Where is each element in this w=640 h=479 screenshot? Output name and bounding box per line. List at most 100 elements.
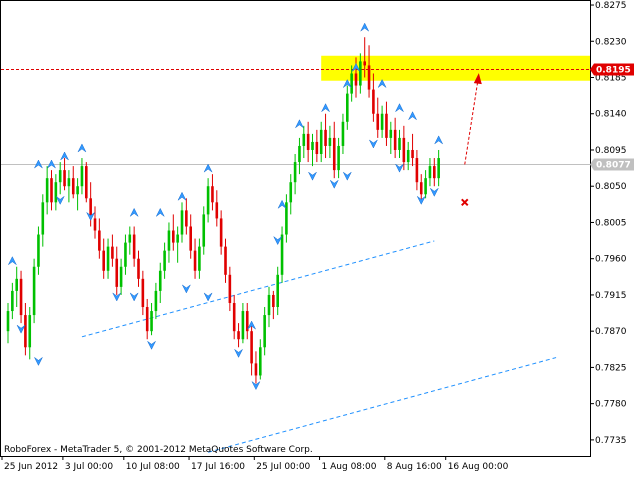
candle-body — [350, 73, 353, 94]
candle-body — [424, 178, 427, 195]
candle-body — [163, 250, 166, 271]
candle-body — [111, 246, 114, 259]
candle-body — [45, 178, 49, 203]
candle-body — [37, 234, 40, 267]
y-tick-label: 0.7960 — [595, 255, 627, 265]
candle-body — [228, 274, 232, 303]
candle-body — [337, 145, 340, 171]
candle-body — [250, 331, 253, 364]
x-tick-label: 8 Aug 16:00 — [387, 462, 442, 472]
candle-body — [293, 162, 297, 183]
candle-body — [363, 61, 366, 66]
candle-body — [98, 230, 101, 251]
candle-body — [124, 242, 127, 267]
chart-footer: RoboForex - MetaTrader 5, © 2001-2012 Me… — [4, 445, 313, 455]
candle-body — [128, 234, 132, 243]
candle-body — [115, 258, 119, 287]
candle-body — [402, 137, 406, 163]
candle-body — [193, 250, 197, 271]
candle-body — [324, 129, 327, 146]
candle-body — [359, 61, 362, 86]
candle-body — [80, 166, 84, 187]
candle-body — [32, 266, 36, 316]
candle-body — [415, 158, 419, 183]
candle-body — [119, 266, 123, 287]
candle-body — [237, 331, 240, 340]
candle-body — [63, 170, 66, 187]
y-tick-label: 0.8050 — [595, 182, 627, 192]
candle-body — [254, 363, 258, 376]
candle-body — [185, 210, 188, 227]
candle-body — [267, 294, 271, 316]
candle-body — [306, 133, 310, 150]
resistance-price-tag: 0.8195 — [596, 65, 631, 75]
y-tick-label: 0.7825 — [595, 363, 627, 373]
candle-body — [389, 129, 393, 138]
candle-body — [341, 121, 345, 146]
candle-body — [232, 302, 236, 332]
candle-body — [67, 178, 71, 187]
candle-body — [24, 315, 27, 348]
candle-body — [437, 158, 440, 179]
candle-body — [189, 226, 192, 251]
candle-body — [272, 294, 275, 308]
y-tick-label: 0.8095 — [595, 146, 627, 156]
candle-body — [132, 234, 136, 259]
candle-body — [6, 311, 10, 332]
candle-body — [202, 214, 206, 247]
candle-body — [106, 246, 110, 271]
candle-body — [259, 347, 262, 376]
candle-body — [289, 182, 293, 203]
current-price-tag: 0.8077 — [596, 160, 631, 170]
y-tick-label: 0.8140 — [595, 110, 627, 120]
chart-container: 0.8275 0.8230 0.8185 0.8140 0.8095 0.8050 0.80… — [0, 0, 640, 479]
candle-body — [433, 166, 436, 179]
y-tick-label: 0.7780 — [595, 400, 627, 410]
y-tick-label: 0.7735 — [595, 436, 627, 446]
candle-body — [19, 278, 23, 316]
candle-body — [298, 145, 301, 163]
y-tick-label: 0.7915 — [595, 291, 627, 301]
candle-body — [93, 218, 97, 231]
y-tick-label: 0.7870 — [595, 327, 627, 337]
candle-body — [28, 315, 32, 348]
candle-body — [263, 315, 266, 348]
candle-body — [141, 278, 145, 308]
candle-body — [346, 93, 349, 122]
candle-body — [71, 178, 75, 195]
y-tick-label: 0.8230 — [595, 37, 627, 47]
candle-body — [398, 137, 401, 150]
candle-body — [176, 234, 179, 243]
x-tick-label: 17 Jul 16:00 — [191, 462, 245, 472]
candle-body — [419, 182, 423, 195]
candle-body — [158, 270, 162, 291]
candle-body — [76, 186, 79, 195]
candle-body — [372, 89, 375, 114]
candle-body — [376, 113, 380, 130]
candle-body — [58, 170, 62, 183]
candle-body — [406, 149, 410, 163]
candle-body — [219, 218, 223, 247]
candle-body — [11, 290, 14, 312]
price-chart: 0.82750.82300.81850.81400.80950.80500.80… — [0, 0, 634, 472]
candle-body — [224, 246, 227, 275]
candle-body — [354, 73, 358, 86]
candle-body — [198, 246, 201, 271]
candle-body — [328, 137, 332, 146]
candle-body — [315, 141, 319, 155]
x-tick-label: 25 Jun 2012 — [4, 462, 58, 472]
candle-body — [41, 202, 45, 235]
candle-body — [241, 311, 245, 340]
candle-body — [50, 178, 53, 203]
candle-body — [137, 258, 140, 279]
x-tick-label: 10 Jul 08:00 — [126, 462, 180, 472]
candle-body — [211, 186, 214, 203]
candle-body — [167, 230, 171, 251]
candle-body — [367, 65, 371, 90]
y-tick-label: 0.8005 — [595, 218, 627, 228]
candle-body — [85, 166, 88, 199]
x-tick-label: 3 Jul 00:00 — [65, 462, 114, 472]
x-tick-label: 25 Jul 00:00 — [256, 462, 310, 472]
x-tick-label: 16 Aug 00:00 — [448, 462, 509, 472]
candle-body — [319, 129, 323, 155]
